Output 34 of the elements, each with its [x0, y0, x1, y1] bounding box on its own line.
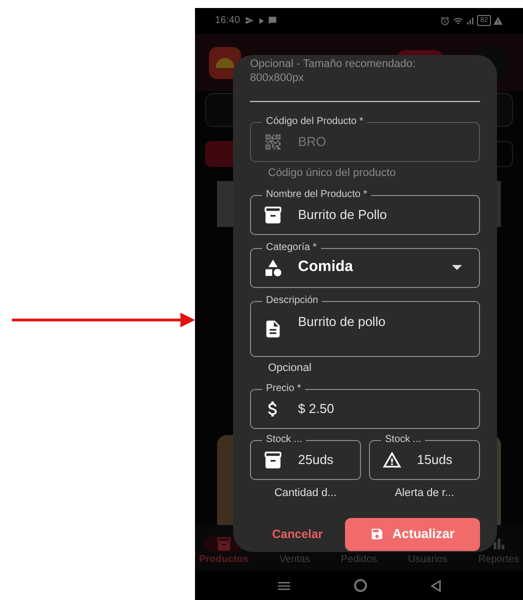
chat-bubble-icon	[268, 16, 278, 26]
chart-icon	[490, 536, 507, 552]
field-value: Burrito de Pollo	[298, 206, 388, 224]
field-label: Código del Producto *	[262, 115, 368, 129]
alarm-icon	[440, 16, 450, 26]
field-label: Categoría *	[262, 240, 321, 254]
field-value: 15uds	[417, 451, 452, 470]
field-value: Burrito de pollo	[298, 312, 386, 331]
signal-icon	[465, 16, 476, 26]
box-icon	[263, 204, 283, 224]
field-value: 25uds	[298, 451, 334, 470]
wifi-icon	[453, 16, 464, 26]
back-triangle-icon[interactable]	[430, 580, 442, 592]
shapes-icon	[263, 258, 283, 278]
warning-icon	[493, 16, 503, 26]
field-label: Descripción	[262, 294, 322, 308]
image-hint: Opcional - Tamaño recomendado: 800x800px	[250, 57, 417, 85]
status-time: 16:40	[215, 14, 240, 28]
helper-text: Alerta de r...	[394, 486, 454, 501]
logo-icon	[209, 46, 241, 79]
field-value: $ 2.50	[298, 400, 336, 418]
dropdown-caret-icon	[452, 265, 462, 270]
cancel-button[interactable]: Cancelar	[250, 525, 345, 543]
save-icon	[370, 527, 384, 541]
helper-text: Cantidad d...	[274, 486, 337, 501]
box-icon	[263, 450, 283, 470]
warning-triangle-icon	[382, 450, 402, 470]
field-value: BRO	[298, 133, 328, 152]
helper-text: Código único del producto	[268, 166, 397, 181]
helper-text: Opcional	[268, 360, 312, 376]
field-value: Comida	[298, 257, 354, 278]
box-icon	[216, 536, 232, 552]
qr-code-icon	[263, 132, 283, 152]
send-icon	[245, 16, 254, 26]
